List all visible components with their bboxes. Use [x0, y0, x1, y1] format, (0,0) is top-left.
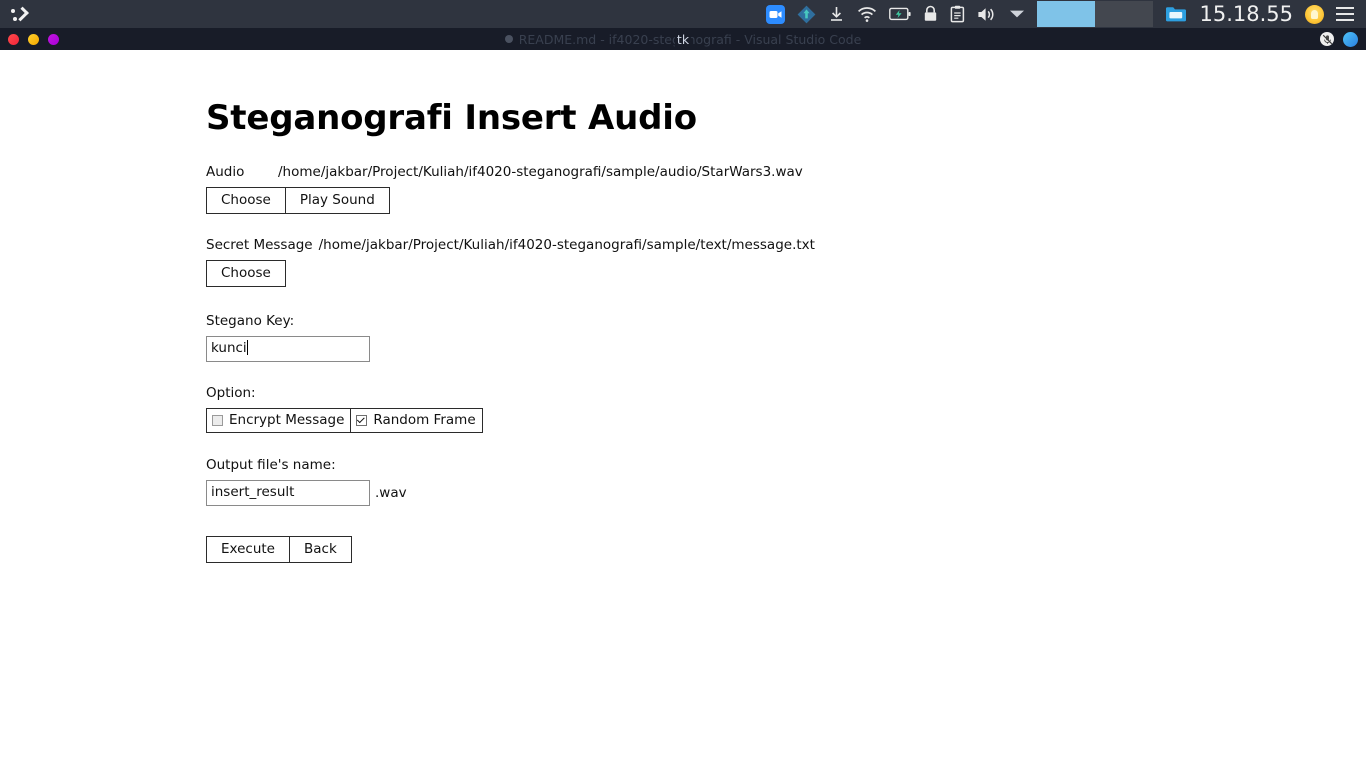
output-filename-field-group: Output file's name: insert_result .wav — [206, 456, 407, 506]
output-filename-row: insert_result .wav — [206, 480, 407, 506]
encrypt-message-checkbox[interactable]: Encrypt Message — [206, 408, 352, 433]
microphone-muted-icon[interactable] — [1320, 32, 1334, 46]
lightbulb-icon[interactable] — [1299, 0, 1330, 28]
system-tray: 15.18.55 — [760, 0, 1366, 28]
back-button[interactable]: Back — [289, 536, 352, 563]
workspace-1[interactable] — [1037, 1, 1096, 27]
audio-label: Audio — [206, 164, 245, 180]
status-indicator-dot[interactable] — [1343, 31, 1358, 47]
active-window-title: tk — [674, 31, 692, 47]
secret-message-buttons: Choose — [206, 260, 815, 287]
random-frame-label: Random Frame — [373, 412, 476, 428]
terminal-prompt-logo — [8, 4, 36, 24]
system-topbar: 15.18.55 — [0, 0, 1366, 28]
output-filename-label: Output file's name: — [206, 457, 336, 473]
option-label: Option: — [206, 385, 256, 401]
stegano-key-label: Stegano Key: — [206, 313, 295, 329]
secret-message-path-value: /home/jakbar/Project/Kuliah/if4020-stega… — [318, 237, 815, 253]
encrypt-message-checkbox-box — [212, 414, 223, 426]
execute-button[interactable]: Execute — [206, 536, 290, 563]
audio-label-row: Audio /home/jakbar/Project/Kuliah/if4020… — [206, 163, 803, 181]
secret-message-choose-button[interactable]: Choose — [206, 260, 286, 287]
window-titlebar: README.md - if4020-steganografi - Visual… — [0, 28, 1366, 50]
page-title: Steganografi Insert Audio — [206, 98, 697, 138]
output-filename-input[interactable]: insert_result — [206, 480, 370, 506]
clock[interactable]: 15.18.55 — [1193, 2, 1299, 26]
play-sound-button[interactable]: Play Sound — [284, 187, 390, 214]
hamburger-menu-icon[interactable] — [1330, 0, 1360, 28]
zoom-video-icon[interactable] — [760, 0, 791, 28]
option-field-group: Option: Encrypt Message Random Frame — [206, 384, 483, 433]
text-caret — [246, 340, 248, 355]
workspace-switcher[interactable] — [1037, 0, 1154, 28]
encrypt-message-label: Encrypt Message — [229, 412, 345, 428]
audio-buttons: Choose Play Sound — [206, 187, 803, 214]
stegano-key-field-group: Stegano Key: kunci — [206, 312, 370, 362]
download-icon[interactable] — [822, 0, 851, 28]
action-buttons: Execute Back — [206, 536, 352, 563]
workspace-2[interactable] — [1095, 1, 1154, 27]
unsaved-indicator-dot — [504, 35, 513, 43]
software-updater-icon[interactable] — [791, 0, 822, 28]
battery-charging-icon[interactable] — [883, 0, 917, 28]
output-extension-label: .wav — [375, 485, 407, 501]
lock-icon[interactable] — [917, 0, 944, 28]
secret-message-field-group: Secret Message /home/jakbar/Project/Kuli… — [206, 236, 815, 287]
volume-icon[interactable] — [971, 0, 1003, 28]
chevron-down-icon[interactable] — [1003, 0, 1031, 28]
audio-field-group: Audio /home/jakbar/Project/Kuliah/if4020… — [206, 163, 803, 214]
titlebar-right-icons — [1320, 31, 1358, 47]
stegano-key-value: kunci — [211, 340, 247, 356]
secret-message-label: Secret Message — [206, 237, 313, 253]
output-filename-value: insert_result — [211, 484, 295, 500]
audio-path-value: /home/jakbar/Project/Kuliah/if4020-stega… — [278, 164, 803, 180]
random-frame-checkbox-box — [356, 414, 368, 426]
topbar-left-region — [0, 4, 36, 24]
clipboard-icon[interactable] — [944, 0, 971, 28]
random-frame-checkbox[interactable]: Random Frame — [350, 408, 483, 433]
stegano-key-input[interactable]: kunci — [206, 336, 370, 362]
option-checkbox-group: Encrypt Message Random Frame — [206, 408, 483, 433]
secret-message-label-row: Secret Message /home/jakbar/Project/Kuli… — [206, 236, 815, 254]
action-button-group: Execute Back — [206, 536, 352, 563]
folder-icon[interactable] — [1159, 0, 1193, 28]
audio-choose-button[interactable]: Choose — [206, 187, 286, 214]
tk-application-window: Steganografi Insert Audio Audio /home/ja… — [0, 50, 1366, 768]
wifi-icon[interactable] — [851, 0, 883, 28]
